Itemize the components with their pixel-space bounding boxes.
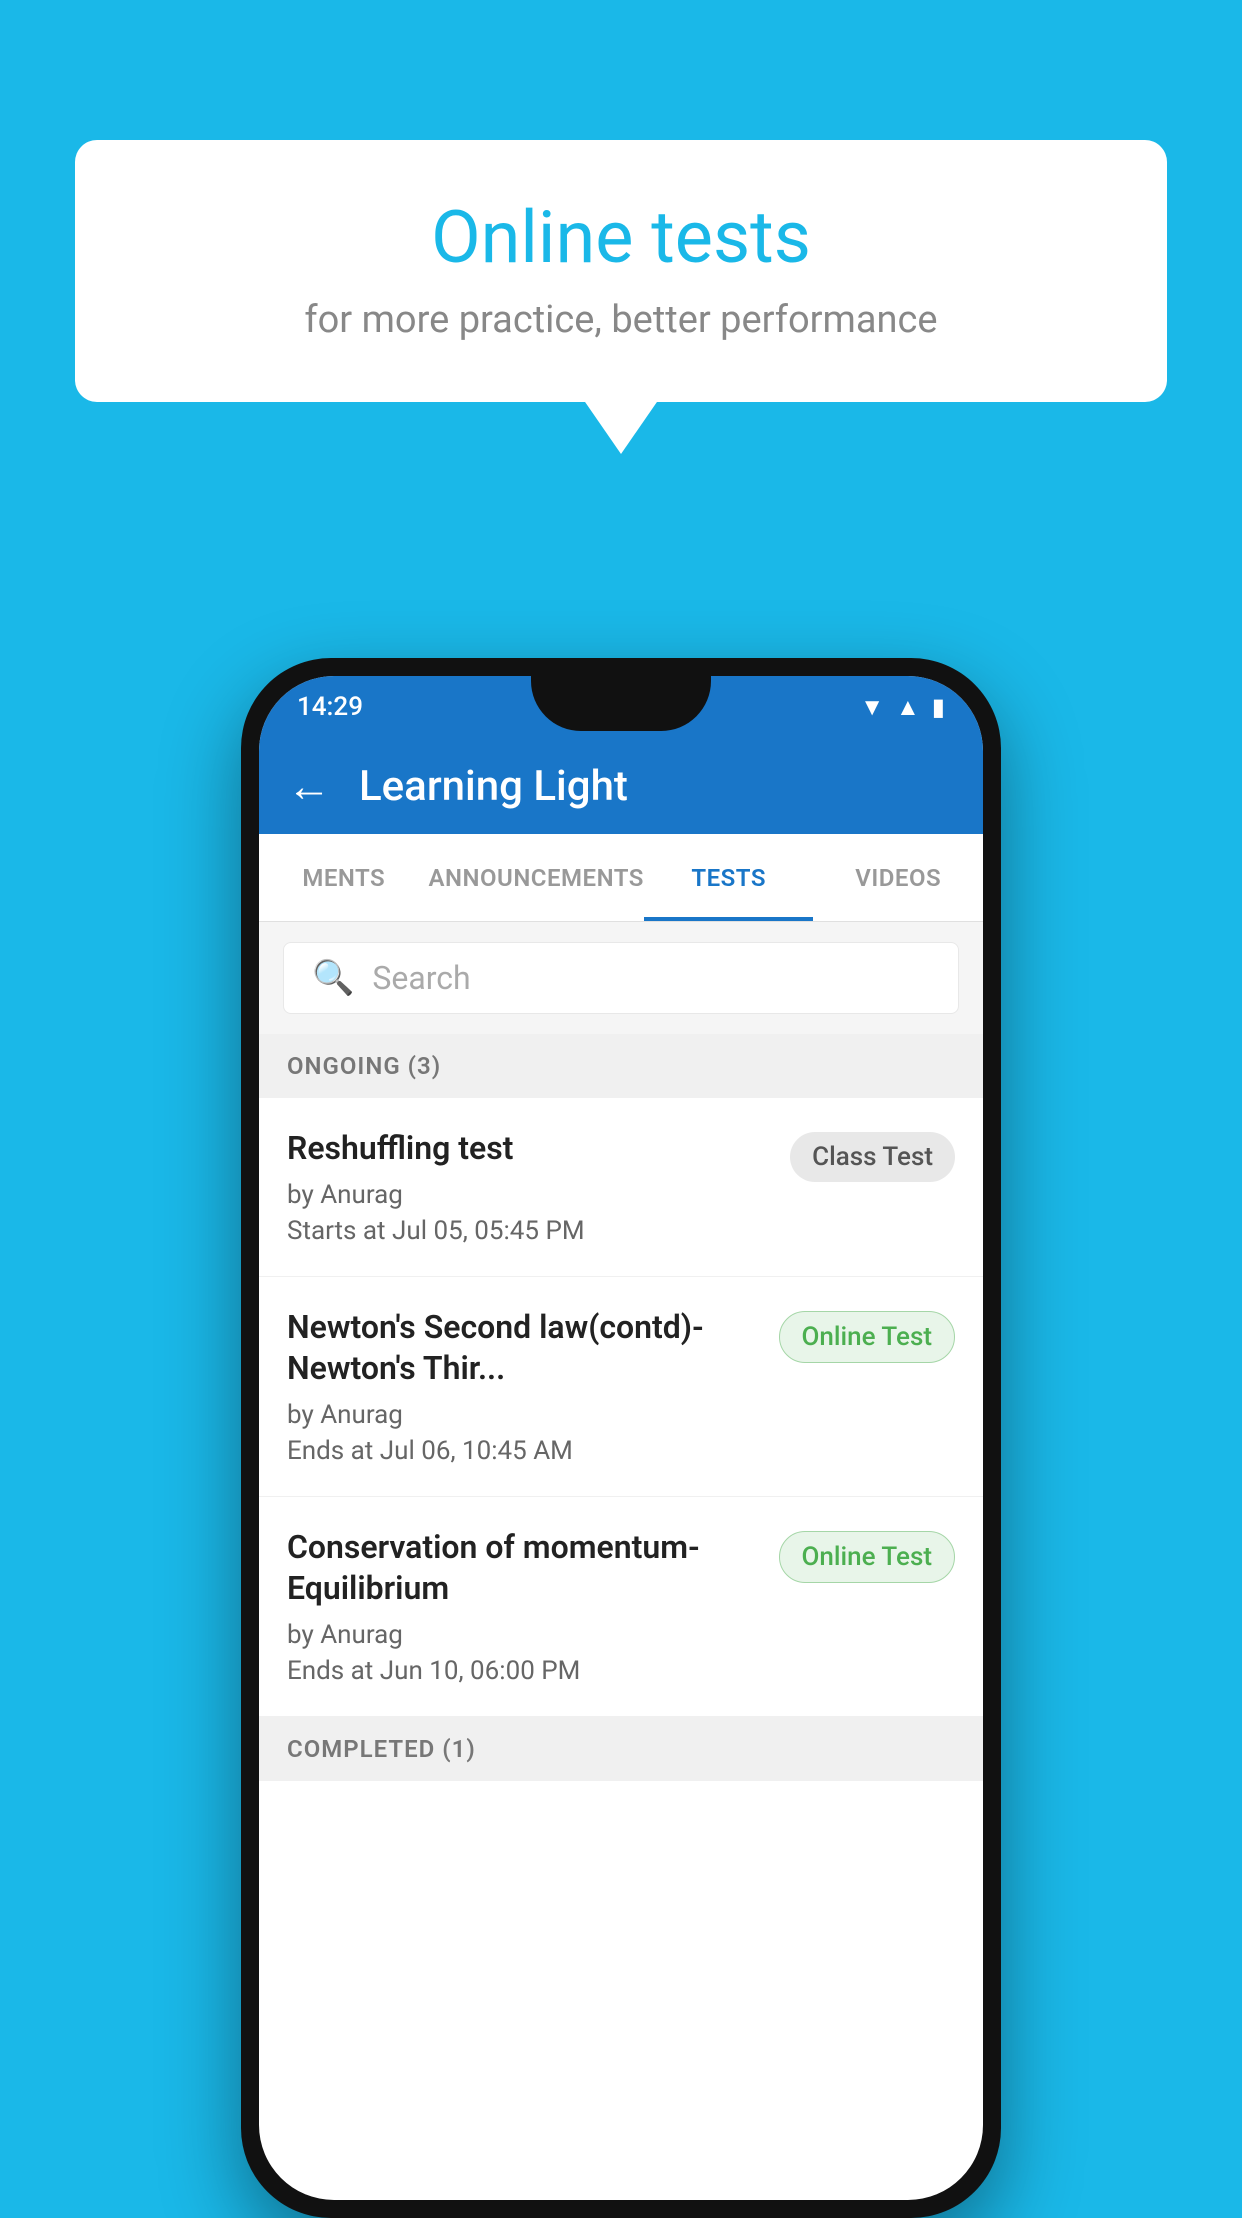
test-item-conservation-title: Conservation of momentum-Equilibrium	[287, 1527, 763, 1610]
test-item-conservation-badge: Online Test	[779, 1531, 956, 1583]
ongoing-section-header: ONGOING (3)	[259, 1034, 983, 1098]
notch	[531, 676, 711, 731]
test-item-reshuffling-time: Starts at Jul 05, 05:45 PM	[287, 1216, 774, 1246]
back-button[interactable]: ←	[287, 760, 331, 812]
status-icons: ▼ ▲ ▮	[860, 693, 945, 722]
test-item-newtons-time: Ends at Jul 06, 10:45 AM	[287, 1436, 763, 1466]
tab-videos[interactable]: VIDEOS	[813, 834, 983, 921]
speech-bubble: Online tests for more practice, better p…	[75, 140, 1167, 402]
tab-bar: MENTS ANNOUNCEMENTS TESTS VIDEOS	[259, 834, 983, 922]
tab-ments[interactable]: MENTS	[259, 834, 429, 921]
wifi-icon: ▼	[860, 693, 884, 722]
test-item-reshuffling-author: by Anurag	[287, 1180, 774, 1210]
test-item-reshuffling[interactable]: Reshuffling test by Anurag Starts at Jul…	[259, 1098, 983, 1277]
test-item-newtons-title: Newton's Second law(contd)-Newton's Thir…	[287, 1307, 763, 1390]
search-icon: 🔍	[312, 958, 354, 998]
bubble-subtitle: for more practice, better performance	[135, 298, 1107, 342]
phone-frame: 14:29 ▼ ▲ ▮ ← Learning Light MENTS ANNOU…	[241, 658, 1001, 2218]
tab-announcements[interactable]: ANNOUNCEMENTS	[429, 834, 644, 921]
test-item-reshuffling-title: Reshuffling test	[287, 1128, 774, 1170]
search-placeholder: Search	[372, 959, 470, 997]
test-item-conservation-author: by Anurag	[287, 1620, 763, 1650]
test-item-conservation-time: Ends at Jun 10, 06:00 PM	[287, 1656, 763, 1686]
signal-icon: ▲	[896, 693, 920, 722]
bubble-title: Online tests	[135, 195, 1107, 280]
test-item-conservation-content: Conservation of momentum-Equilibrium by …	[287, 1527, 763, 1686]
test-item-newtons-badge: Online Test	[779, 1311, 956, 1363]
test-item-reshuffling-badge: Class Test	[790, 1132, 955, 1182]
tab-tests[interactable]: TESTS	[644, 834, 814, 921]
phone-inner: 14:29 ▼ ▲ ▮ ← Learning Light MENTS ANNOU…	[259, 676, 983, 2200]
test-item-newtons-content: Newton's Second law(contd)-Newton's Thir…	[287, 1307, 763, 1466]
status-time: 14:29	[297, 692, 363, 722]
app-bar: ← Learning Light	[259, 738, 983, 834]
app-title: Learning Light	[359, 762, 628, 811]
completed-section-header: COMPLETED (1)	[259, 1717, 983, 1781]
battery-icon: ▮	[932, 693, 945, 721]
status-bar: 14:29 ▼ ▲ ▮	[259, 676, 983, 738]
speech-bubble-container: Online tests for more practice, better p…	[75, 140, 1167, 402]
test-item-newtons-author: by Anurag	[287, 1400, 763, 1430]
test-item-conservation[interactable]: Conservation of momentum-Equilibrium by …	[259, 1497, 983, 1717]
search-bar[interactable]: 🔍 Search	[283, 942, 959, 1014]
test-item-newtons[interactable]: Newton's Second law(contd)-Newton's Thir…	[259, 1277, 983, 1497]
test-item-reshuffling-content: Reshuffling test by Anurag Starts at Jul…	[287, 1128, 774, 1246]
search-container: 🔍 Search	[259, 922, 983, 1034]
